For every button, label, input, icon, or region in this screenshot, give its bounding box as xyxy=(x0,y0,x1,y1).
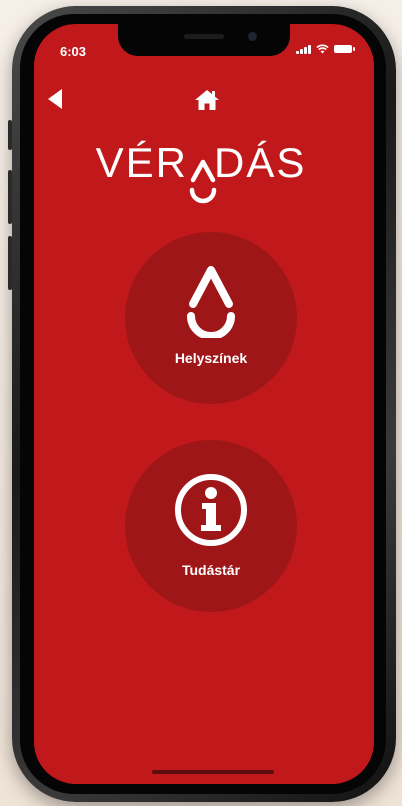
status-time: 6:03 xyxy=(60,44,87,59)
knowledge-base-label: Tudástár xyxy=(181,562,241,578)
status-icons xyxy=(296,44,355,54)
locations-label: Helyszínek xyxy=(174,350,248,366)
speaker-grille xyxy=(184,34,224,39)
locations-button[interactable]: Helyszínek xyxy=(125,232,297,404)
phone-side-button xyxy=(8,236,12,290)
home-icon xyxy=(195,90,219,110)
logo-text-left: VÉR xyxy=(95,139,188,186)
home-button[interactable] xyxy=(193,88,221,112)
knowledge-base-button[interactable]: Tudástár xyxy=(125,440,297,612)
phone-side-button xyxy=(8,120,12,150)
logo-text-right: DÁS xyxy=(214,139,307,186)
back-arrow-icon xyxy=(48,89,62,109)
wifi-icon xyxy=(316,44,329,54)
phone-notch xyxy=(118,24,290,56)
blood-drop-icon xyxy=(187,266,235,338)
phone-side-button xyxy=(8,170,12,224)
home-indicator[interactable] xyxy=(152,770,274,774)
info-icon xyxy=(175,474,247,546)
back-button[interactable] xyxy=(44,86,70,112)
battery-icon xyxy=(334,45,355,53)
app-logo: VÉR DÁS xyxy=(34,136,374,206)
front-camera xyxy=(248,32,257,41)
signal-icon xyxy=(296,44,311,54)
app-screen: 6:03 VÉR DÁS Helyszínek Tudástár xyxy=(34,24,374,784)
